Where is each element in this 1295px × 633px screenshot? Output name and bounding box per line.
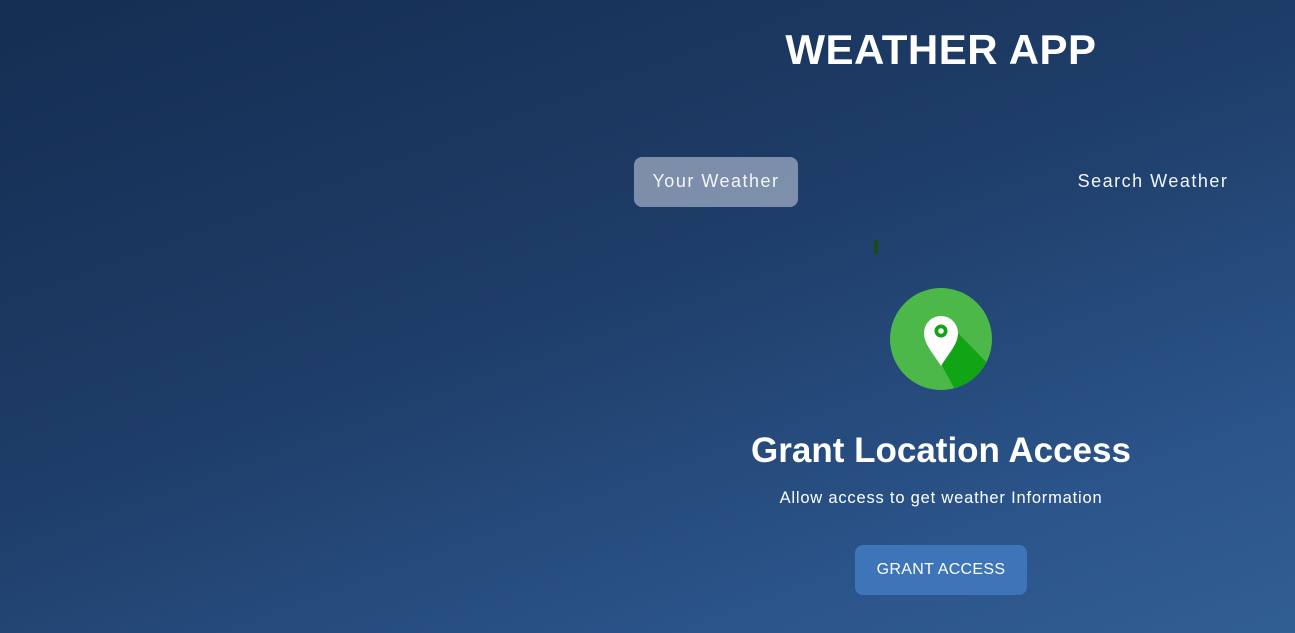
tab-search-weather[interactable]: Search Weather (1058, 157, 1248, 207)
grant-location-subtext: Allow access to get weather Information (779, 489, 1103, 507)
location-pin-icon (890, 288, 992, 390)
app-title: WEATHER APP (785, 26, 1097, 73)
loading-indicator (874, 240, 878, 254)
grant-location-heading: Grant Location Access (751, 431, 1131, 470)
tab-your-weather[interactable]: Your Weather (634, 157, 798, 207)
grant-access-button[interactable]: GRANT ACCESS (855, 545, 1027, 595)
